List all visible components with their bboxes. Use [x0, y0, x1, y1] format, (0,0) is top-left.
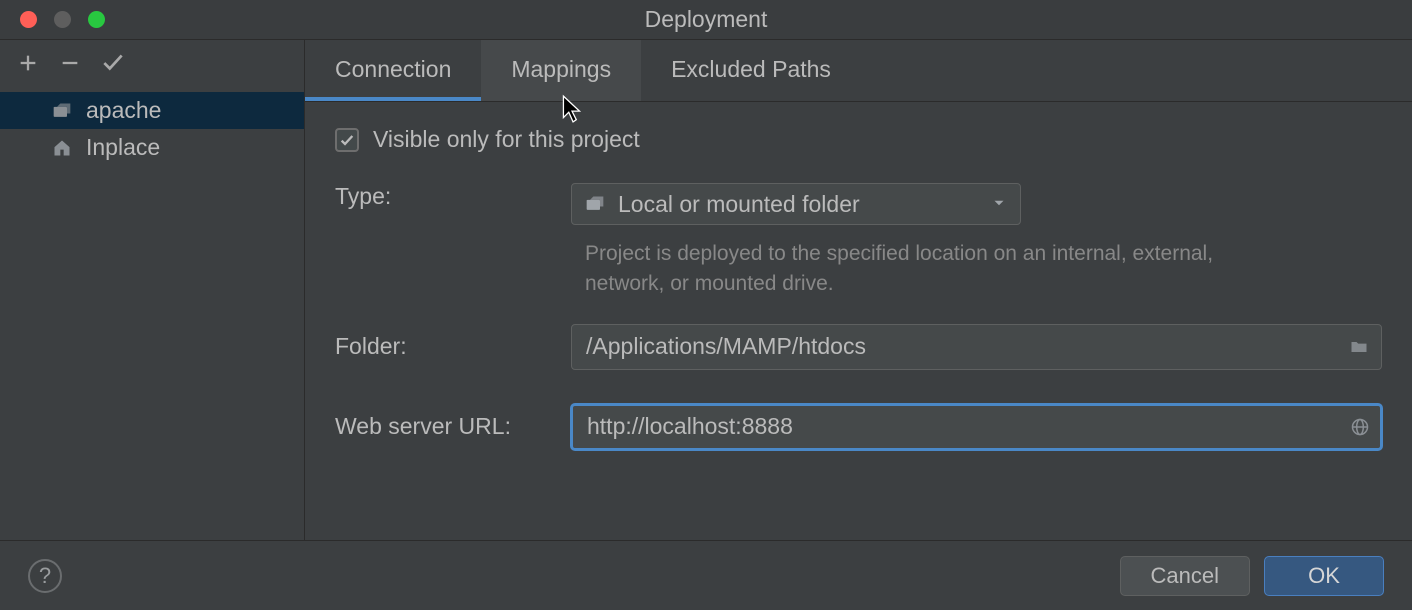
main-panel: Connection Mappings Excluded Paths Visib…: [305, 40, 1412, 540]
type-label: Type:: [335, 183, 571, 210]
url-label: Web server URL:: [335, 413, 571, 440]
window-maximize-button[interactable]: [88, 11, 105, 28]
visible-only-row: Visible only for this project: [335, 126, 1382, 153]
type-select[interactable]: Local or mounted folder: [571, 183, 1021, 225]
window-close-button[interactable]: [20, 11, 37, 28]
web-server-url-input[interactable]: [571, 404, 1382, 450]
remove-button[interactable]: [58, 49, 82, 81]
sidebar-item-apache[interactable]: apache: [0, 92, 304, 129]
url-row: Web server URL:: [335, 404, 1382, 450]
type-description: Project is deployed to the specified loc…: [571, 239, 1271, 300]
sidebar-toolbar: [0, 40, 304, 90]
type-value: Local or mounted folder: [618, 191, 860, 218]
browse-folder-icon[interactable]: [1348, 337, 1370, 357]
dialog-footer: ? Cancel OK: [0, 540, 1412, 610]
cancel-button[interactable]: Cancel: [1120, 556, 1250, 596]
help-button[interactable]: ?: [28, 559, 62, 593]
add-button[interactable]: [16, 49, 40, 81]
folder-row: Folder:: [335, 324, 1382, 370]
set-default-button[interactable]: [100, 49, 124, 82]
window-titlebar: Deployment: [0, 0, 1412, 40]
folder-label: Folder:: [335, 333, 571, 360]
traffic-lights: [0, 11, 105, 28]
deployment-sidebar: apache Inplace: [0, 40, 305, 540]
folder-input[interactable]: [571, 324, 1382, 370]
ok-button[interactable]: OK: [1264, 556, 1384, 596]
tab-mappings[interactable]: Mappings: [481, 40, 641, 101]
chevron-down-icon: [990, 191, 1008, 218]
visible-only-label: Visible only for this project: [373, 126, 640, 153]
visible-only-checkbox[interactable]: [335, 128, 359, 152]
sidebar-item-label: Inplace: [86, 134, 160, 161]
tab-excluded-paths[interactable]: Excluded Paths: [641, 40, 861, 101]
tab-bar: Connection Mappings Excluded Paths: [305, 40, 1412, 102]
type-row: Type: Local or mounted folder Project is…: [335, 183, 1382, 300]
home-icon: [48, 138, 76, 158]
globe-icon[interactable]: [1350, 417, 1370, 437]
tab-connection[interactable]: Connection: [305, 40, 481, 101]
connection-form: Visible only for this project Type: Loca…: [305, 102, 1412, 474]
server-icon: [48, 101, 76, 121]
window-title: Deployment: [645, 6, 768, 33]
sidebar-item-label: apache: [86, 97, 161, 124]
sidebar-item-inplace[interactable]: Inplace: [0, 129, 304, 166]
server-list: apache Inplace: [0, 90, 304, 166]
server-icon: [584, 194, 606, 214]
window-minimize-button[interactable]: [54, 11, 71, 28]
